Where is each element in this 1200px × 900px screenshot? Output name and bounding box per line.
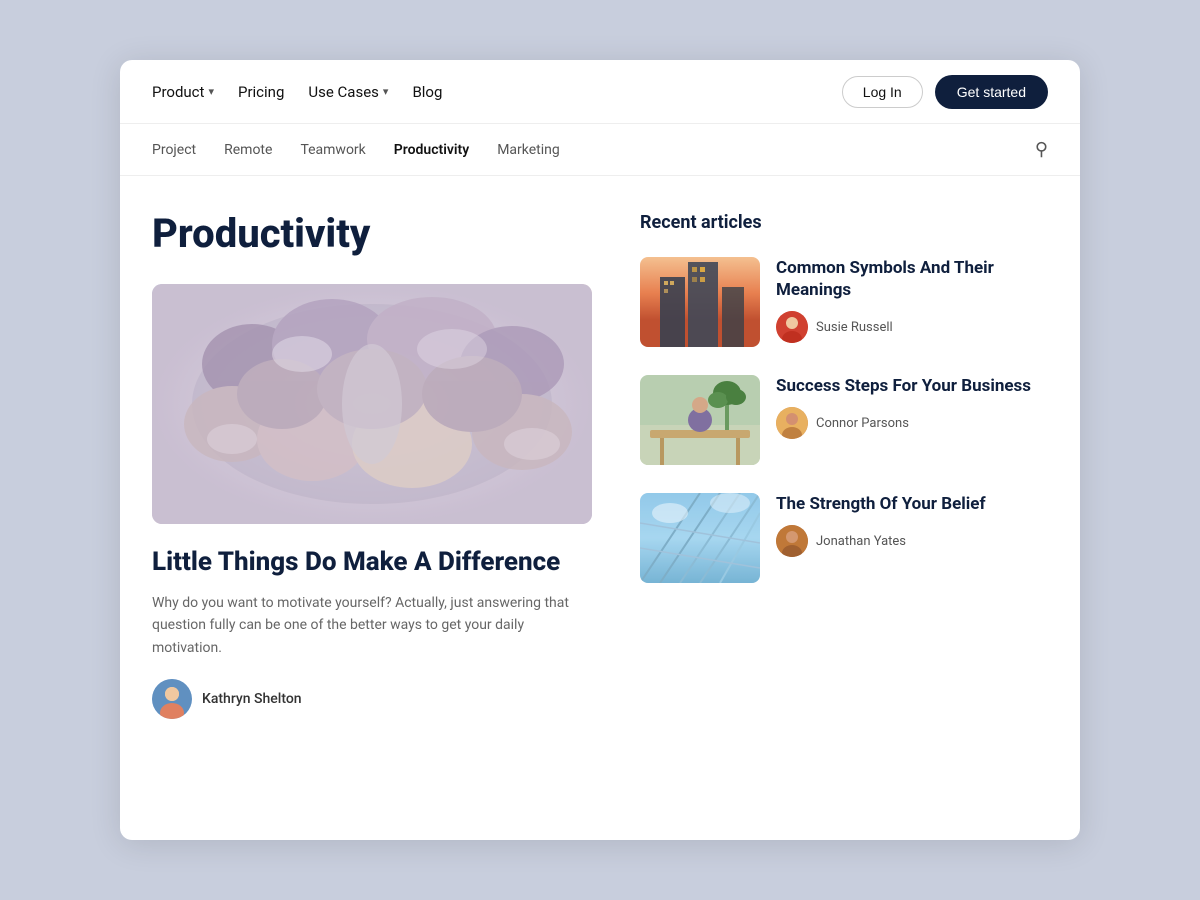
cat-productivity[interactable]: Productivity bbox=[394, 142, 469, 158]
article-title-3: The Strength Of Your Belief bbox=[776, 493, 1048, 515]
feature-image-svg bbox=[152, 284, 592, 524]
main-window: Product ▾ Pricing Use Cases ▾ Blog Log I… bbox=[120, 60, 1080, 840]
thumb-city-svg bbox=[640, 257, 760, 347]
article-card-3[interactable]: The Strength Of Your Belief Jonathan Yat… bbox=[640, 493, 1048, 583]
article-author-row-3: Jonathan Yates bbox=[776, 525, 1048, 557]
cat-project[interactable]: Project bbox=[152, 142, 196, 158]
article-avatar-3 bbox=[776, 525, 808, 557]
article-content-2: Success Steps For Your Business Connor P… bbox=[776, 375, 1048, 439]
thumb-glass-svg bbox=[640, 493, 760, 583]
article-thumb-1 bbox=[640, 257, 760, 347]
chevron-down-icon: ▾ bbox=[208, 85, 214, 98]
article-thumb-3 bbox=[640, 493, 760, 583]
left-column: Productivity bbox=[152, 212, 592, 719]
article-author-name-2: Connor Parsons bbox=[816, 416, 909, 431]
featured-article-title: Little Things Do Make A Difference bbox=[152, 546, 592, 580]
cat-marketing[interactable]: Marketing bbox=[497, 142, 560, 158]
get-started-button[interactable]: Get started bbox=[935, 75, 1048, 109]
category-items: Project Remote Teamwork Productivity Mar… bbox=[152, 142, 560, 158]
article-thumb-2 bbox=[640, 375, 760, 465]
top-nav: Product ▾ Pricing Use Cases ▾ Blog Log I… bbox=[120, 60, 1080, 124]
right-column: Recent articles bbox=[640, 212, 1048, 719]
nav-blog[interactable]: Blog bbox=[412, 83, 442, 101]
article-author-name-3: Jonathan Yates bbox=[816, 534, 906, 549]
nav-pricing[interactable]: Pricing bbox=[238, 83, 284, 101]
avatar-jonathan bbox=[776, 525, 808, 557]
main-content: Productivity bbox=[120, 176, 1080, 759]
article-avatar-1 bbox=[776, 311, 808, 343]
page-title: Productivity bbox=[152, 212, 592, 256]
article-title-2: Success Steps For Your Business bbox=[776, 375, 1048, 397]
featured-article-excerpt: Why do you want to motivate yourself? Ac… bbox=[152, 592, 592, 659]
article-card-1[interactable]: Common Symbols And Their Meanings Susie … bbox=[640, 257, 1048, 347]
article-title-1: Common Symbols And Their Meanings bbox=[776, 257, 1048, 301]
login-button[interactable]: Log In bbox=[842, 76, 923, 108]
chevron-down-icon: ▾ bbox=[383, 85, 389, 98]
nav-right: Log In Get started bbox=[842, 75, 1048, 109]
article-content-1: Common Symbols And Their Meanings Susie … bbox=[776, 257, 1048, 343]
article-content-3: The Strength Of Your Belief Jonathan Yat… bbox=[776, 493, 1048, 557]
article-author-row-1: Susie Russell bbox=[776, 311, 1048, 343]
category-bar: Project Remote Teamwork Productivity Mar… bbox=[120, 124, 1080, 176]
article-card-2[interactable]: Success Steps For Your Business Connor P… bbox=[640, 375, 1048, 465]
article-author-row-2: Connor Parsons bbox=[776, 407, 1048, 439]
featured-author-row: Kathryn Shelton bbox=[152, 679, 592, 719]
thumb-office-svg bbox=[640, 375, 760, 465]
featured-image bbox=[152, 284, 592, 524]
featured-author-name: Kathryn Shelton bbox=[202, 691, 302, 707]
article-avatar-2 bbox=[776, 407, 808, 439]
nav-product[interactable]: Product ▾ bbox=[152, 83, 214, 101]
cat-remote[interactable]: Remote bbox=[224, 142, 272, 158]
nav-use-cases[interactable]: Use Cases ▾ bbox=[308, 83, 388, 101]
recent-articles-title: Recent articles bbox=[640, 212, 1048, 233]
avatar-image bbox=[152, 679, 192, 719]
nav-left: Product ▾ Pricing Use Cases ▾ Blog bbox=[152, 83, 442, 101]
featured-author-avatar bbox=[152, 679, 192, 719]
search-icon[interactable]: ⚲ bbox=[1035, 139, 1048, 160]
article-author-name-1: Susie Russell bbox=[816, 320, 893, 335]
avatar-connor bbox=[776, 407, 808, 439]
cat-teamwork[interactable]: Teamwork bbox=[300, 142, 365, 158]
avatar-susie bbox=[776, 311, 808, 343]
